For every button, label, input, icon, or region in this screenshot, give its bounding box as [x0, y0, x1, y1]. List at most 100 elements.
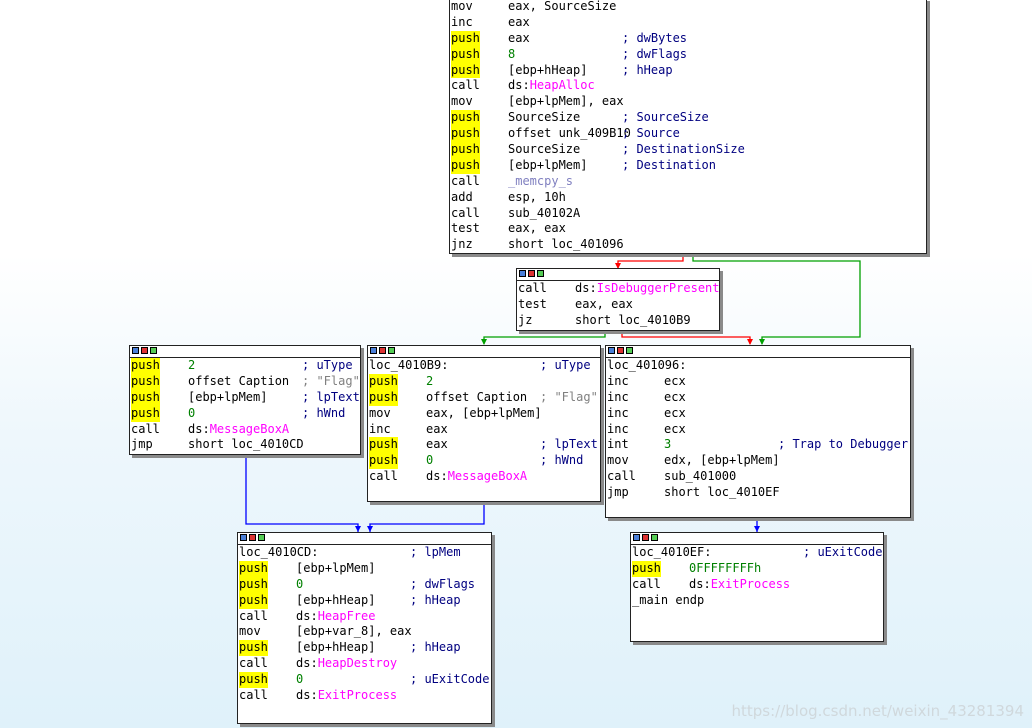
mnemonic[interactable]: push [239, 592, 268, 609]
operand[interactable]: 0 [426, 453, 433, 469]
asm-line[interactable]: loc_4010CD: ; lpMem [238, 545, 491, 561]
operand[interactable]: ecx [664, 390, 686, 406]
asm-line[interactable]: push [ebp+lpMem] ; Destination [450, 157, 926, 174]
operand[interactable]: offset unk_409B10 [508, 126, 631, 142]
mnemonic[interactable]: push [239, 560, 268, 577]
mnemonic[interactable]: test [451, 221, 480, 237]
comment-icon[interactable] [626, 347, 633, 354]
basic-block-4[interactable]: loc_4010B9: ; uType push 2 push offset Captio… [367, 345, 601, 502]
asm-line[interactable]: call ds:MessageBoxA [130, 422, 360, 438]
mnemonic[interactable]: push [369, 389, 398, 406]
operand[interactable]: sub_401000 [664, 469, 736, 485]
basic-block-1[interactable]: mov eax, SourceSize inc eax push eax ; dwBytes… [449, 0, 927, 254]
graph-icon[interactable] [519, 270, 526, 277]
asm-line[interactable]: call ds:ExitProcess [238, 688, 491, 704]
asm-line[interactable]: inc ecx [606, 390, 910, 406]
asm-line[interactable]: jmp short loc_4010EF [606, 485, 910, 501]
operand[interactable]: ds:MessageBoxA [426, 469, 527, 485]
operand[interactable]: eax [426, 422, 448, 438]
operand[interactable]: [ebp+hHeap] [296, 640, 375, 656]
asm-line[interactable]: jmp short loc_4010CD [130, 437, 360, 453]
asm-line[interactable]: push 0 ; hWnd [368, 453, 600, 470]
asm-line[interactable]: mov eax, [ebp+lpMem] [368, 406, 600, 422]
graph-icon[interactable] [370, 347, 377, 354]
mnemonic[interactable]: push [131, 373, 160, 390]
edit-icon[interactable] [528, 270, 535, 277]
mnemonic[interactable]: call [239, 688, 268, 704]
operand[interactable]: _memcpy_s [508, 174, 573, 190]
mnemonic[interactable]: inc [607, 374, 629, 390]
operand[interactable]: [ebp+var_8], eax [296, 624, 412, 640]
operand[interactable]: sub_40102A [508, 206, 580, 222]
asm-line[interactable]: jz short loc_4010B9 [517, 313, 719, 329]
mnemonic[interactable]: mov [239, 624, 261, 640]
mnemonic[interactable]: int [607, 437, 629, 453]
mnemonic[interactable]: push [239, 576, 268, 593]
asm-line[interactable]: push offset Caption ; "Flag" [368, 389, 600, 406]
operand[interactable]: [ebp+lpMem] [188, 390, 267, 406]
asm-line[interactable]: call ds:ExitProcess [631, 577, 883, 593]
mnemonic[interactable]: push [239, 672, 268, 689]
graph-icon[interactable] [240, 534, 247, 541]
mnemonic[interactable]: push [131, 405, 160, 422]
mnemonic[interactable]: push [131, 389, 160, 406]
asm-line[interactable]: mov edx, [ebp+lpMem] [606, 453, 910, 469]
asm-line[interactable]: inc ecx [606, 374, 910, 390]
asm-line[interactable]: push [ebp+lpMem] [238, 560, 491, 577]
mnemonic[interactable]: add [451, 190, 473, 206]
asm-line[interactable]: push offset unk_409B10; Source [450, 126, 926, 143]
asm-line[interactable]: push eax ; lpText [368, 437, 600, 454]
basic-block-6[interactable]: loc_4010CD: ; lpMem push [ebp+lpMem] push 0 ; … [237, 532, 492, 724]
asm-line[interactable]: push 2 [368, 373, 600, 390]
mnemonic[interactable]: call [131, 422, 160, 438]
operand[interactable]: [ebp+hHeap] [508, 63, 587, 79]
asm-line[interactable]: inc eax [450, 15, 926, 31]
mnemonic[interactable]: inc [369, 422, 391, 438]
asm-line[interactable]: push offset Caption ; "Flag" [130, 373, 360, 390]
asm-line[interactable]: call _memcpy_s [450, 174, 926, 190]
operand[interactable]: ds:ExitProcess [689, 577, 790, 593]
operand[interactable]: SourceSize [508, 110, 580, 126]
asm-line[interactable]: call ds:MessageBoxA [368, 469, 600, 485]
asm-line[interactable]: test eax, eax [517, 297, 719, 313]
mnemonic[interactable]: call [239, 656, 268, 672]
operand[interactable]: eax, eax [575, 297, 633, 313]
operand[interactable]: short loc_4010B9 [575, 313, 691, 329]
asm-line[interactable]: mov eax, SourceSize [450, 0, 926, 15]
operand[interactable]: ecx [664, 374, 686, 390]
operand[interactable]: esp, 10h [508, 190, 566, 206]
operand[interactable]: ecx [664, 406, 686, 422]
operand[interactable]: 0FFFFFFFFh [689, 561, 761, 577]
operand[interactable]: [ebp+lpMem], eax [508, 94, 624, 110]
asm-line[interactable]: push SourceSize ; DestinationSize [450, 142, 926, 158]
mnemonic[interactable]: push [451, 62, 480, 79]
mnemonic[interactable]: inc [607, 406, 629, 422]
graph-icon[interactable] [132, 347, 139, 354]
mnemonic[interactable]: call [451, 174, 480, 190]
mnemonic[interactable]: push [369, 437, 398, 454]
asm-line[interactable]: _main endp [631, 593, 883, 609]
mnemonic[interactable]: push [369, 373, 398, 390]
edit-icon[interactable] [249, 534, 256, 541]
asm-line[interactable]: jnz short loc_401096 [450, 237, 926, 253]
asm-line[interactable]: push 2 ; uType [130, 358, 360, 374]
asm-line[interactable]: add esp, 10h [450, 190, 926, 206]
asm-line[interactable]: push [ebp+hHeap] ; hHeap [450, 62, 926, 79]
operand[interactable]: short loc_401096 [508, 237, 624, 253]
mnemonic[interactable]: call [451, 78, 480, 94]
mnemonic[interactable]: push [451, 142, 480, 158]
asm-line[interactable]: loc_4010EF: ; uExitCode [631, 545, 883, 561]
mnemonic[interactable]: jz [518, 313, 532, 329]
asm-line[interactable]: mov [ebp+var_8], eax [238, 624, 491, 640]
edit-icon[interactable] [617, 347, 624, 354]
operand[interactable]: eax [508, 31, 530, 47]
asm-line[interactable]: push SourceSize ; SourceSize [450, 110, 926, 127]
asm-line[interactable]: loc_4010B9: ; uType [368, 358, 600, 374]
comment-icon[interactable] [388, 347, 395, 354]
operand[interactable]: ds:MessageBoxA [188, 422, 289, 438]
operand[interactable]: ds:HeapFree [296, 609, 375, 625]
mnemonic[interactable]: test [518, 297, 547, 313]
asm-line[interactable]: call ds:HeapDestroy [238, 656, 491, 672]
mnemonic[interactable]: push [451, 46, 480, 63]
asm-line[interactable]: push [ebp+hHeap] ; hHeap [238, 592, 491, 609]
